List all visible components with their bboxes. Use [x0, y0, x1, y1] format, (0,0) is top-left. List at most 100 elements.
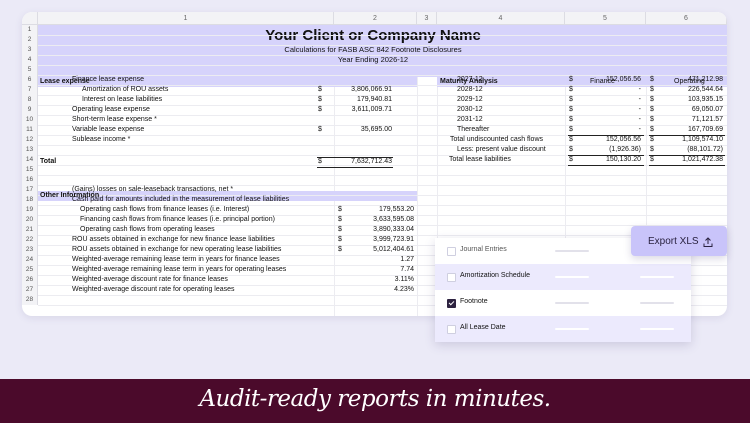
operating-value: 226,544.64	[687, 86, 723, 93]
footnote-checkbox[interactable]	[447, 299, 456, 308]
row-number[interactable]: 22	[22, 235, 38, 245]
lease-expense-label: Sublease income *	[72, 136, 131, 143]
column-header-2[interactable]: 2	[334, 12, 417, 25]
finance-value: 152,056.56	[605, 76, 641, 83]
placeholder-bar	[555, 276, 589, 278]
column-header-6[interactable]: 6	[646, 12, 727, 25]
other-info-value: 3,999,723.91	[373, 236, 414, 243]
other-info-value: 5,012,404.61	[373, 246, 414, 253]
lease-total-label: Total	[40, 158, 57, 165]
lease-total-double-rule	[317, 167, 393, 168]
total-rule	[568, 155, 644, 156]
row-number[interactable]: 24	[22, 255, 38, 265]
column-header-3[interactable]: 3	[417, 12, 437, 25]
option-label: Footnote	[460, 298, 488, 305]
row-number[interactable]: 4	[22, 55, 38, 65]
row-number[interactable]: 27	[22, 285, 38, 295]
report-period: Year Ending 2026-12	[337, 55, 409, 64]
operating-value: 69,050.07	[691, 106, 723, 113]
row-number[interactable]: 28	[22, 295, 38, 305]
row-number[interactable]: 14	[22, 155, 38, 165]
row-number[interactable]: 10	[22, 115, 38, 125]
row-number[interactable]: 18	[22, 195, 38, 205]
row-number[interactable]: 16	[22, 175, 38, 185]
operating-value: 71,121.57	[691, 116, 723, 123]
lease-expense-label: Interest on lease liabilities	[82, 96, 163, 103]
option-label: Journal Entries	[460, 246, 507, 253]
finance-value: -	[638, 96, 641, 103]
other-info-value: 3,633,595.08	[373, 216, 414, 223]
maturity-row-label: 2031-12	[457, 116, 483, 123]
all-lease-date-checkbox[interactable]	[447, 325, 456, 334]
amortization-schedule-checkbox[interactable]	[447, 273, 456, 282]
row-number[interactable]: 7	[22, 85, 38, 95]
column-header-5[interactable]: 5	[565, 12, 646, 25]
row-number[interactable]: 15	[22, 165, 38, 175]
export-xls-button[interactable]: Export XLS	[631, 226, 727, 256]
lease-expense-label: Short-term lease expense *	[72, 116, 157, 123]
tagline: Audit-ready reports in minutes.	[199, 386, 551, 412]
row-number[interactable]: 5	[22, 65, 38, 75]
row-number[interactable]: 23	[22, 245, 38, 255]
row-number[interactable]: 19	[22, 205, 38, 215]
row-number[interactable]: 1	[22, 25, 38, 35]
other-info-label: (Gains) losses on sale-leaseback transac…	[72, 186, 234, 193]
row-divider	[38, 65, 727, 66]
maturity-row-label: Total undiscounted cash flows	[450, 136, 543, 143]
maturity-row-label: 2027-12	[457, 76, 483, 83]
row-number[interactable]: 26	[22, 275, 38, 285]
row-divider	[38, 55, 727, 56]
tagline-banner: Audit-ready reports in minutes.	[0, 379, 750, 423]
other-info-value: 3,890,333.04	[373, 226, 414, 233]
other-info-label: ROU assets obtained in exchange for new …	[72, 236, 275, 243]
lease-expense-label: Operating lease expense	[72, 106, 150, 113]
double-rule	[649, 165, 725, 166]
row-number[interactable]: 6	[22, 75, 38, 85]
maturity-row-label: Total lease liabilities	[449, 156, 511, 163]
maturity-row-label: 2029-12	[457, 96, 483, 103]
corner-cell[interactable]	[22, 12, 38, 25]
finance-value: -	[638, 106, 641, 113]
option-footnote[interactable]: Footnote	[435, 290, 691, 316]
column-header-4[interactable]: 4	[437, 12, 565, 25]
row-number[interactable]: 21	[22, 225, 38, 235]
operating-value: 103,935.15	[687, 96, 723, 103]
row-number[interactable]: 2	[22, 35, 38, 45]
row-number[interactable]: 20	[22, 215, 38, 225]
other-info-label: Financing cash flows from finance leases…	[80, 216, 275, 223]
row-divider	[38, 45, 727, 46]
row-number[interactable]: 25	[22, 265, 38, 275]
placeholder-bar	[640, 276, 674, 278]
other-info-label: Weighted-average discount rate for opera…	[72, 286, 235, 293]
column-header-1[interactable]: 1	[38, 12, 334, 25]
row-number[interactable]: 8	[22, 95, 38, 105]
row-number[interactable]: 12	[22, 135, 38, 145]
lease-total-value: 7,632,712.43	[351, 158, 392, 165]
other-info-value: 3.11%	[394, 276, 414, 283]
lease-expense-label: Variable lease expense	[72, 126, 145, 133]
placeholder-bar	[555, 328, 589, 330]
option-all-lease-date[interactable]: All Lease Date	[435, 316, 691, 342]
other-info-label: Operating cash flows from operating leas…	[80, 226, 215, 233]
finance-value: -	[638, 126, 641, 133]
operating-value: 1,021,472.38	[682, 156, 723, 163]
row-number[interactable]: 9	[22, 105, 38, 115]
row-number[interactable]: 11	[22, 125, 38, 135]
row-number[interactable]: 3	[22, 45, 38, 55]
row-number[interactable]: 13	[22, 145, 38, 155]
lease-expense-value: 3,611,009.71	[351, 106, 392, 113]
journal-entries-checkbox[interactable]	[447, 247, 456, 256]
option-label: All Lease Date	[460, 324, 506, 331]
option-amortization-schedule[interactable]: Amortization Schedule	[435, 264, 691, 290]
total-rule	[649, 135, 725, 136]
other-info-value: 4.23%	[394, 286, 414, 293]
other-info-label: ROU assets obtained in exchange for new …	[72, 246, 282, 253]
lease-expense-value: 179,940.81	[356, 96, 392, 103]
other-info-value: 7.74	[400, 266, 414, 273]
double-rule	[568, 165, 644, 166]
placeholder-bar	[640, 302, 674, 304]
lease-expense-value: 3,806,066.91	[351, 86, 392, 93]
report-subtitle: Calculations for FASB ASC 842 Footnote D…	[284, 45, 462, 54]
maturity-row-label: Thereafter	[457, 126, 490, 133]
row-number[interactable]: 17	[22, 185, 38, 195]
